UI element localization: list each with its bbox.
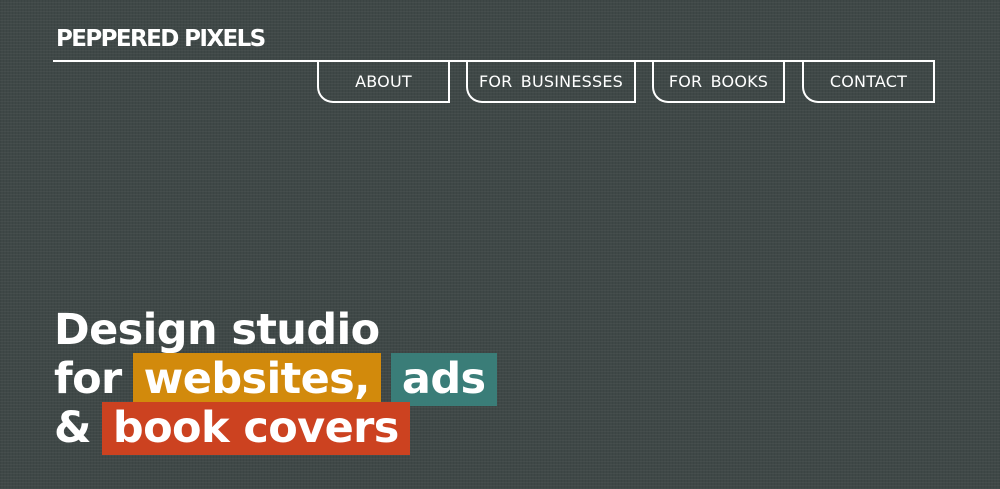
nav-tab-contact[interactable]: CONTACT [802,62,935,103]
highlight-ads: ads [390,353,497,406]
hero-line-3: & book covers [54,402,497,455]
hero-ampersand-text: & [54,403,92,453]
nav-tab-for-books[interactable]: FOR BOOKS [652,62,785,103]
nav-tab-about[interactable]: ABOUT [317,62,450,103]
hero-line-2: for websites, ads [54,353,497,406]
hero-for-text: for [54,354,122,404]
highlight-websites: websites, [132,353,381,406]
highlight-book-covers: book covers [101,402,410,455]
hero-headline: Design studio for websites, ads & book cove… [54,305,497,455]
logo[interactable]: PEPPERED PIXELS [56,24,266,54]
nav-tab-for-businesses[interactable]: FOR BUSINESSES [466,62,636,103]
hero-line-1: Design studio [54,305,380,355]
